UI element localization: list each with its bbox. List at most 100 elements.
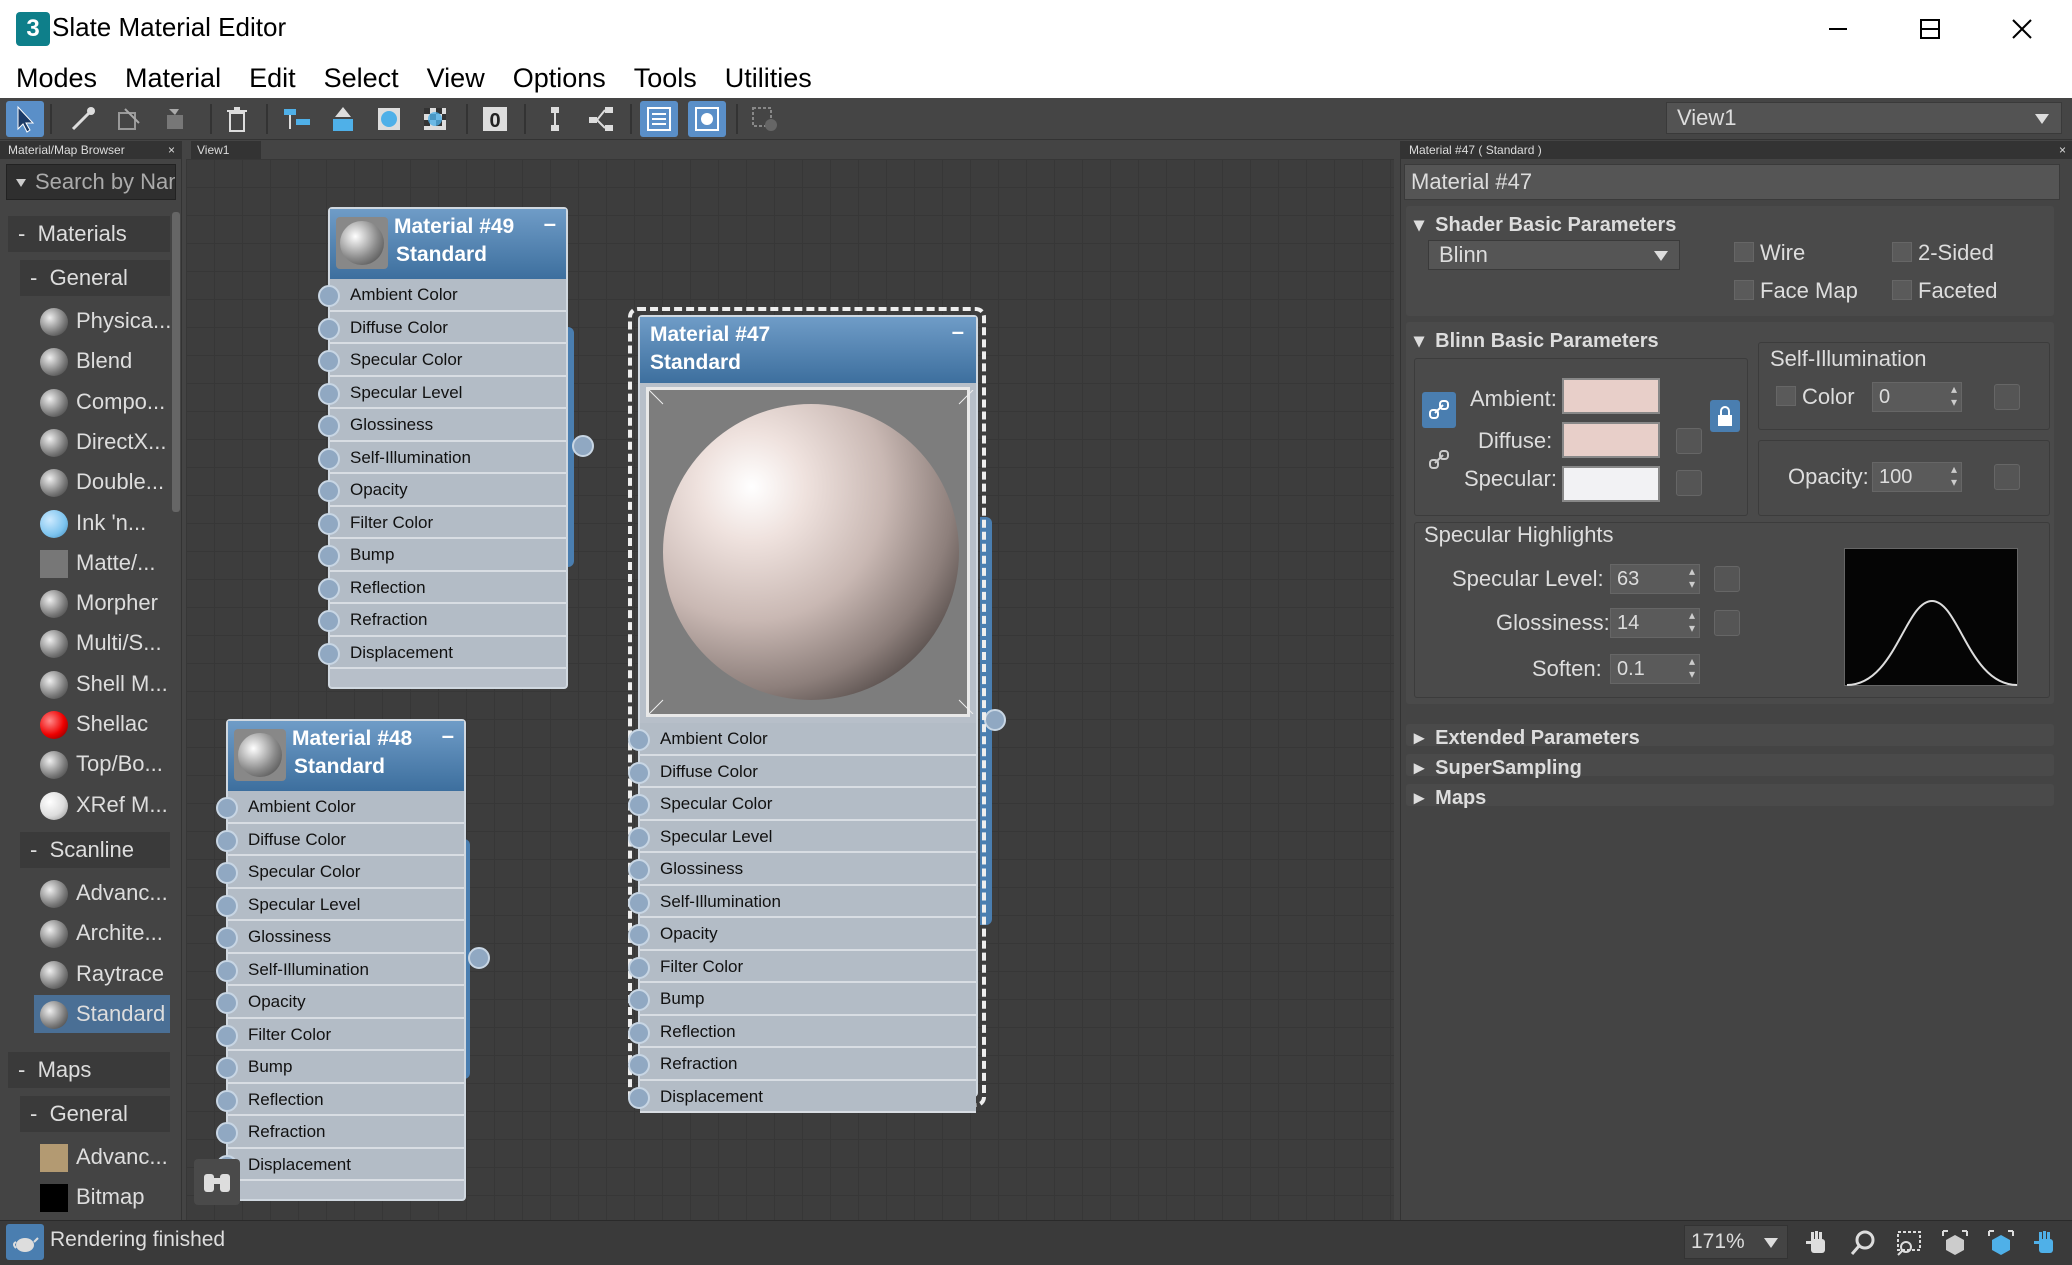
general-material-item[interactable]: DirectX... xyxy=(34,423,170,461)
specular-level-spinner[interactable]: 63 xyxy=(1610,564,1700,594)
general-material-item[interactable]: Shell M... xyxy=(34,665,170,703)
general-material-item[interactable]: Matte/... xyxy=(34,544,170,582)
input-socket[interactable] xyxy=(318,415,340,437)
general-material-item[interactable]: Shellac xyxy=(34,705,170,743)
menu-options[interactable]: Options xyxy=(513,63,606,94)
input-socket[interactable] xyxy=(628,729,650,751)
node-slot[interactable]: Bump xyxy=(628,983,976,1016)
node-header[interactable]: Material #48 Standard – xyxy=(228,721,464,791)
browser-scrollbar[interactable] xyxy=(172,212,180,512)
input-socket[interactable] xyxy=(216,1057,238,1079)
node-slot[interactable]: Opacity xyxy=(216,986,464,1019)
node-slot[interactable]: Specular Level xyxy=(318,376,566,409)
scanline-material-item[interactable]: Advanc... xyxy=(34,874,170,912)
zoom-region-button[interactable] xyxy=(1890,1224,1928,1262)
input-socket[interactable] xyxy=(216,894,238,917)
node-slot[interactable]: Ambient Color xyxy=(318,279,566,312)
input-socket[interactable] xyxy=(628,924,650,946)
glossiness-spinner[interactable]: 14 xyxy=(1610,608,1700,638)
input-socket[interactable] xyxy=(216,1122,238,1144)
lock-diffuse-specular-button[interactable] xyxy=(1422,442,1456,478)
node-collapse-icon[interactable]: – xyxy=(544,211,556,237)
input-socket[interactable] xyxy=(216,992,238,1014)
menu-modes[interactable]: Modes xyxy=(16,63,97,94)
lock-ambient-diffuse-button[interactable] xyxy=(1422,392,1456,428)
map-item[interactable]: Bitmap xyxy=(34,1178,170,1216)
general-material-item[interactable]: Top/Bo... xyxy=(34,745,170,783)
node-slot[interactable]: Self-Illumination xyxy=(318,441,566,474)
node-slot[interactable]: Specular Level xyxy=(216,888,464,921)
input-socket[interactable] xyxy=(216,1024,238,1047)
input-socket[interactable] xyxy=(628,956,650,979)
node-slot[interactable]: Refraction xyxy=(216,1116,464,1149)
node-slot[interactable]: Reflection xyxy=(628,1015,976,1048)
move-children-button[interactable] xyxy=(278,101,316,137)
minimize-button-visual[interactable] xyxy=(1792,0,1884,58)
input-socket[interactable] xyxy=(628,1054,650,1076)
node-header[interactable]: Material #49 Standard – xyxy=(330,209,566,279)
browser-search-input[interactable]: Search by Name ... xyxy=(6,164,176,200)
menu-select[interactable]: Select xyxy=(324,63,399,94)
node-output-socket[interactable] xyxy=(984,709,1006,731)
specular-map-button[interactable] xyxy=(1676,470,1702,496)
menu-tools[interactable]: Tools xyxy=(634,63,697,94)
node-slot[interactable]: Specular Color xyxy=(318,344,566,377)
node-output-socket[interactable] xyxy=(468,947,490,969)
node-slot[interactable]: Glossiness xyxy=(216,921,464,954)
wire-checkbox[interactable] xyxy=(1734,242,1754,262)
render-status-button[interactable] xyxy=(6,1224,44,1260)
input-socket[interactable] xyxy=(318,577,340,600)
node-slot[interactable]: Refraction xyxy=(628,1048,976,1081)
shader-type-dropdown[interactable]: Blinn xyxy=(1428,240,1680,270)
node-slot[interactable]: Bump xyxy=(216,1051,464,1084)
node-slot[interactable]: Bump xyxy=(318,539,566,572)
input-socket[interactable] xyxy=(628,794,650,816)
zoom-extents-button[interactable] xyxy=(1936,1224,1974,1262)
faceted-checkbox[interactable] xyxy=(1892,280,1912,300)
input-socket[interactable] xyxy=(628,859,650,881)
general-material-item[interactable]: Morpher xyxy=(34,584,170,622)
self-illum-color-checkbox[interactable] xyxy=(1776,386,1796,406)
input-socket[interactable] xyxy=(216,829,238,852)
input-socket[interactable] xyxy=(216,927,238,949)
scanline-material-item[interactable]: Archite... xyxy=(34,914,170,952)
maps-title[interactable]: ▸ Maps xyxy=(1414,785,1486,810)
input-socket[interactable] xyxy=(318,350,340,372)
opacity-map-button[interactable] xyxy=(1994,464,2020,490)
material-node-48[interactable]: Material #48 Standard – Ambient Color Dif… xyxy=(216,719,466,1201)
pick-material-button[interactable] xyxy=(64,101,102,137)
material-node-47[interactable]: Material #47 Standard – Ambient Color Dif… xyxy=(628,315,978,1113)
select-tool-button[interactable] xyxy=(6,101,44,137)
self-illum-map-button[interactable] xyxy=(1994,384,2020,410)
node-slot[interactable]: Filter Color xyxy=(318,506,566,539)
input-socket[interactable] xyxy=(628,826,650,849)
input-socket[interactable] xyxy=(216,797,238,819)
node-slot[interactable]: Filter Color xyxy=(216,1018,464,1051)
node-slot[interactable]: Diffuse Color xyxy=(628,755,976,788)
subcategory-general[interactable]: - General xyxy=(20,260,170,296)
diffuse-color-swatch[interactable] xyxy=(1562,422,1660,458)
node-slot[interactable]: Filter Color xyxy=(628,950,976,983)
general-material-item[interactable]: Physica... xyxy=(34,302,170,340)
node-slot[interactable]: Glossiness xyxy=(318,409,566,442)
map-item[interactable]: Advanc... xyxy=(34,1138,170,1176)
node-slot[interactable]: Specular Color xyxy=(628,788,976,821)
zoom-dropdown[interactable]: 171% xyxy=(1684,1225,1788,1259)
background-toggle-button[interactable] xyxy=(416,101,454,137)
menu-edit[interactable]: Edit xyxy=(249,63,296,94)
input-socket[interactable] xyxy=(216,1089,238,1112)
general-material-item[interactable]: Multi/S... xyxy=(34,624,170,662)
input-socket[interactable] xyxy=(318,545,340,567)
general-material-item[interactable]: XRef M... xyxy=(34,786,170,824)
node-collapse-icon[interactable]: – xyxy=(442,723,454,749)
layout-vertical-button[interactable] xyxy=(536,101,574,137)
category-materials[interactable]: - Materials xyxy=(8,216,170,252)
input-socket[interactable] xyxy=(628,891,650,914)
node-slot[interactable]: Displacement xyxy=(628,1080,976,1113)
specular-level-map-button[interactable] xyxy=(1714,566,1740,592)
node-collapse-icon[interactable]: – xyxy=(952,319,964,345)
soften-spinner[interactable]: 0.1 xyxy=(1610,654,1700,684)
show-map-in-viewport-button[interactable] xyxy=(370,101,408,137)
zoom-extents-selected-button[interactable] xyxy=(1982,1224,2020,1262)
ambient-color-swatch[interactable] xyxy=(1562,378,1660,414)
